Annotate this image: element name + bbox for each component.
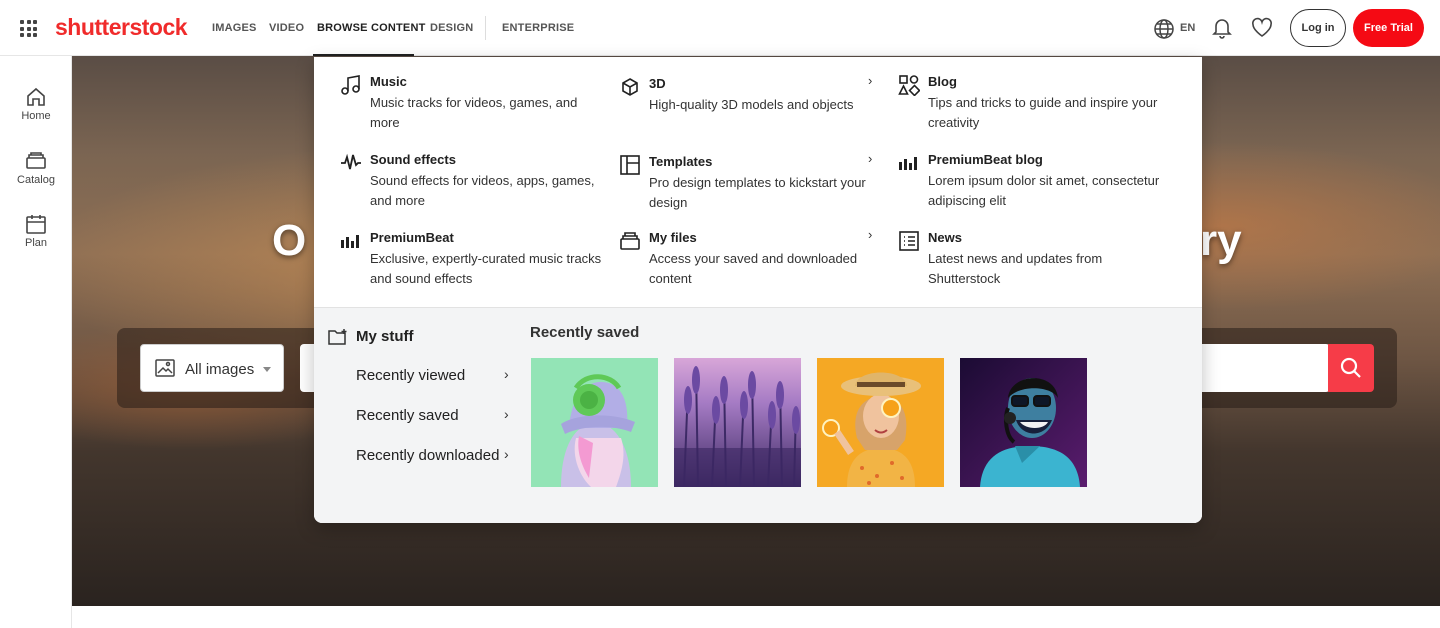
thumbnail-image: [674, 358, 801, 487]
recently-downloaded-link[interactable]: Recently downloaded: [356, 447, 526, 464]
shutterstock-logo[interactable]: shutterstock: [55, 14, 188, 41]
premiumbeat-icon: [341, 235, 359, 248]
home-icon: [27, 87, 45, 106]
media-type-select[interactable]: All images: [140, 344, 284, 392]
globe-icon[interactable]: [1153, 18, 1175, 40]
menu-item-desc: Lorem ipsum dolor sit amet, consectetur …: [928, 173, 1160, 208]
menu-item-desc: Latest news and updates from Shutterstoc…: [928, 251, 1103, 286]
chevron-right-icon[interactable]: ›: [868, 73, 872, 88]
premiumbeat-icon: [899, 157, 917, 170]
catalog-icon: [26, 152, 46, 169]
my-stuff-section: My stuff Recently viewed › Recently save…: [314, 307, 1202, 523]
recently-saved-heading: Recently saved: [530, 324, 640, 341]
menu-item-desc: Tips and tricks to guide and inspire you…: [928, 95, 1158, 130]
menu-item-title: Blog: [928, 74, 957, 89]
menu-item-title: PremiumBeat: [370, 230, 454, 245]
menu-item-desc: Exclusive, expertly-curated music tracks…: [370, 251, 602, 286]
files-icon: [620, 232, 640, 250]
bell-icon[interactable]: [1212, 17, 1232, 39]
chevron-right-icon[interactable]: ›: [868, 151, 872, 166]
menu-item-music[interactable]: Music Music tracks for videos, games, an…: [340, 74, 590, 134]
login-button[interactable]: Log in: [1290, 9, 1346, 47]
hero-title-right: ry: [1200, 216, 1242, 265]
menu-item-title: PremiumBeat blog: [928, 152, 1043, 167]
menu-item-title: 3D: [649, 76, 666, 91]
nav-divider: [485, 16, 486, 40]
nav-browse-content[interactable]: BROWSE CONTENT: [317, 22, 426, 34]
templates-icon: [620, 155, 640, 175]
menu-item-premiumbeat[interactable]: PremiumBeat Exclusive, expertly-curated …: [340, 230, 601, 290]
heart-icon[interactable]: [1251, 17, 1273, 39]
media-type-label: All images: [185, 361, 255, 378]
menu-item-title: Music: [370, 74, 407, 89]
sidebar-item-plan[interactable]: Plan: [0, 213, 72, 249]
news-icon: [899, 231, 919, 251]
thumbnail-image: [960, 358, 1087, 487]
music-note-icon: [341, 75, 360, 95]
menu-item-desc: Music tracks for videos, games, and more: [370, 95, 578, 130]
menu-item-desc: Pro design templates to kickstart your d…: [649, 175, 866, 210]
left-sidebar: Home Catalog Plan: [0, 56, 72, 628]
sidebar-label-home: Home: [21, 110, 51, 122]
saved-thumbnail-girl-headphones[interactable]: [531, 358, 658, 487]
caret-down-icon: [263, 367, 271, 372]
active-nav-underline: [313, 54, 414, 56]
menu-item-blog[interactable]: Blog Tips and tricks to guide and inspir…: [898, 74, 1157, 134]
menu-item-desc: Access your saved and downloaded content: [649, 251, 858, 286]
saved-thumbnail-lavender[interactable]: [674, 358, 801, 487]
chevron-right-icon[interactable]: ›: [504, 446, 509, 462]
language-label[interactable]: EN: [1180, 22, 1195, 34]
nav-enterprise[interactable]: ENTERPRISE: [502, 22, 574, 34]
folder-add-icon: [328, 329, 347, 345]
menu-item-my-files[interactable]: My files Access your saved and downloade…: [619, 230, 869, 290]
menu-item-3d[interactable]: 3D High-quality 3D models and objects: [619, 76, 869, 136]
waveform-icon: [341, 153, 361, 170]
shapes-icon: [898, 75, 920, 96]
menu-item-premiumbeat-blog[interactable]: PremiumBeat blog Lorem ipsum dolor sit a…: [898, 152, 1159, 212]
plan-icon: [26, 215, 46, 234]
search-button[interactable]: [1328, 344, 1374, 392]
hero-title-left: O: [272, 216, 307, 265]
chevron-right-icon[interactable]: ›: [504, 406, 509, 422]
menu-item-desc: High-quality 3D models and objects: [649, 97, 854, 112]
my-stuff-title: My stuff: [356, 328, 414, 345]
browse-content-menu: Music Music tracks for videos, games, an…: [314, 57, 1202, 523]
recently-viewed-link[interactable]: Recently viewed: [356, 367, 516, 384]
menu-item-desc: Sound effects for videos, apps, games, a…: [370, 173, 595, 208]
saved-thumbnail-man-headphones[interactable]: [960, 358, 1087, 487]
sidebar-item-catalog[interactable]: Catalog: [0, 150, 72, 186]
menu-item-title: My files: [649, 230, 697, 245]
sidebar-label-catalog: Catalog: [17, 174, 55, 186]
saved-thumbnail-woman-oranges[interactable]: [817, 358, 944, 487]
nav-images[interactable]: IMAGES: [212, 22, 257, 34]
3d-cube-icon: [622, 78, 638, 96]
sidebar-item-home[interactable]: Home: [0, 86, 72, 122]
menu-item-title: News: [928, 230, 962, 245]
image-icon: [155, 359, 175, 377]
sidebar-label-plan: Plan: [24, 237, 48, 249]
menu-item-title: Templates: [649, 154, 713, 169]
chevron-right-icon[interactable]: ›: [868, 227, 872, 242]
chevron-right-icon[interactable]: ›: [504, 366, 509, 382]
menu-item-news[interactable]: News Latest news and updates from Shutte…: [898, 230, 1148, 290]
free-trial-button[interactable]: Free Trial: [1353, 9, 1424, 47]
thumbnail-image: [531, 358, 658, 487]
search-icon: [1340, 357, 1361, 378]
thumbnail-image: [817, 358, 944, 487]
menu-item-templates[interactable]: Templates Pro design templates to kickst…: [619, 154, 869, 214]
menu-item-title: Sound effects: [370, 152, 456, 167]
top-bar: shutterstock IMAGES VIDEO BROWSE CONTENT…: [0, 0, 1440, 56]
nav-design[interactable]: DESIGN: [430, 22, 473, 34]
apps-grid-icon[interactable]: [20, 20, 37, 37]
nav-video[interactable]: VIDEO: [269, 22, 304, 34]
recently-saved-link[interactable]: Recently saved: [356, 407, 516, 424]
menu-item-sound-effects[interactable]: Sound effects Sound effects for videos, …: [340, 152, 595, 212]
